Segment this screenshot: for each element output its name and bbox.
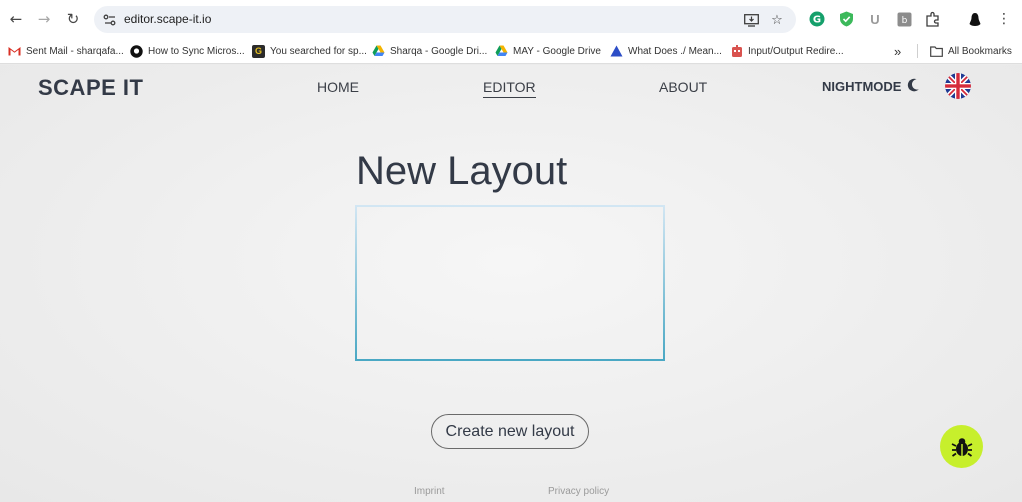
page-title: New Layout (356, 149, 568, 193)
bookmark-star-icon[interactable]: ☆ (768, 11, 786, 29)
triangle-icon (610, 45, 623, 58)
github-icon (130, 44, 143, 58)
brand-logo[interactable]: SCAPE IT (38, 75, 143, 101)
bookmark-item[interactable]: What Does ./ Mean... (610, 43, 722, 59)
page-content: SCAPE IT HOME EDITOR ABOUT NIGHTMODE New… (0, 65, 1022, 502)
bookmarks-bar: Sent Mail - sharqafa... How to Sync Micr… (0, 38, 1022, 64)
reload-icon[interactable]: ↻ (63, 9, 83, 29)
back-icon[interactable]: ← (6, 9, 26, 29)
grammarly-icon[interactable]: G (808, 10, 826, 28)
bookmarks-divider (917, 44, 918, 58)
nav-editor[interactable]: EDITOR (483, 79, 536, 98)
create-layout-button[interactable]: Create new layout (431, 414, 589, 449)
robot-icon (730, 44, 743, 58)
forward-icon[interactable]: → (34, 9, 54, 29)
u-extension-icon[interactable]: U (866, 10, 884, 28)
bookmark-item[interactable]: Input/Output Redire... (730, 43, 844, 59)
bookmark-item[interactable]: How to Sync Micros... (130, 43, 245, 59)
browser-toolbar: ← → ↻ editor.scape-it.io ☆ G U b ⋮ (0, 0, 1022, 38)
nav-home[interactable]: HOME (317, 79, 359, 95)
site-settings-icon[interactable] (102, 12, 118, 28)
browser-menu-icon[interactable]: ⋮ (995, 10, 1013, 28)
uk-flag-icon[interactable] (945, 73, 971, 99)
bug-report-button[interactable] (940, 425, 983, 468)
google-drive-icon (495, 45, 508, 58)
svg-text:G: G (813, 15, 821, 26)
bookmark-item[interactable]: Sent Mail - sharqafa... (8, 43, 124, 59)
moon-icon[interactable] (905, 77, 921, 93)
bookmark-item[interactable]: G You searched for sp... (252, 43, 367, 59)
bookmark-item[interactable]: Sharqa - Google Dri... (372, 43, 487, 59)
shield-icon[interactable] (837, 10, 855, 28)
google-drive-icon (372, 45, 385, 58)
nightmode-toggle[interactable]: NIGHTMODE (822, 79, 901, 94)
privacy-policy-link[interactable]: Privacy policy (548, 486, 609, 497)
bug-icon (951, 437, 972, 457)
layout-editor-box[interactable] (355, 205, 665, 361)
folder-icon (930, 45, 943, 58)
nav-about[interactable]: ABOUT (659, 79, 707, 95)
b-extension-icon[interactable]: b (895, 10, 913, 28)
bookmark-item[interactable]: MAY - Google Drive (495, 43, 601, 59)
more-bookmarks-icon[interactable]: » (894, 43, 901, 59)
imprint-link[interactable]: Imprint (414, 486, 445, 497)
svg-text:b: b (901, 16, 907, 26)
gmail-icon (8, 45, 21, 58)
address-bar[interactable]: editor.scape-it.io ☆ (94, 6, 796, 33)
extensions-puzzle-icon[interactable] (924, 10, 942, 28)
g-icon: G (252, 44, 265, 58)
install-app-icon[interactable] (742, 11, 760, 29)
profile-avatar-icon[interactable] (966, 10, 984, 28)
url-text[interactable]: editor.scape-it.io (124, 12, 211, 26)
all-bookmarks[interactable]: All Bookmarks (930, 43, 1012, 59)
